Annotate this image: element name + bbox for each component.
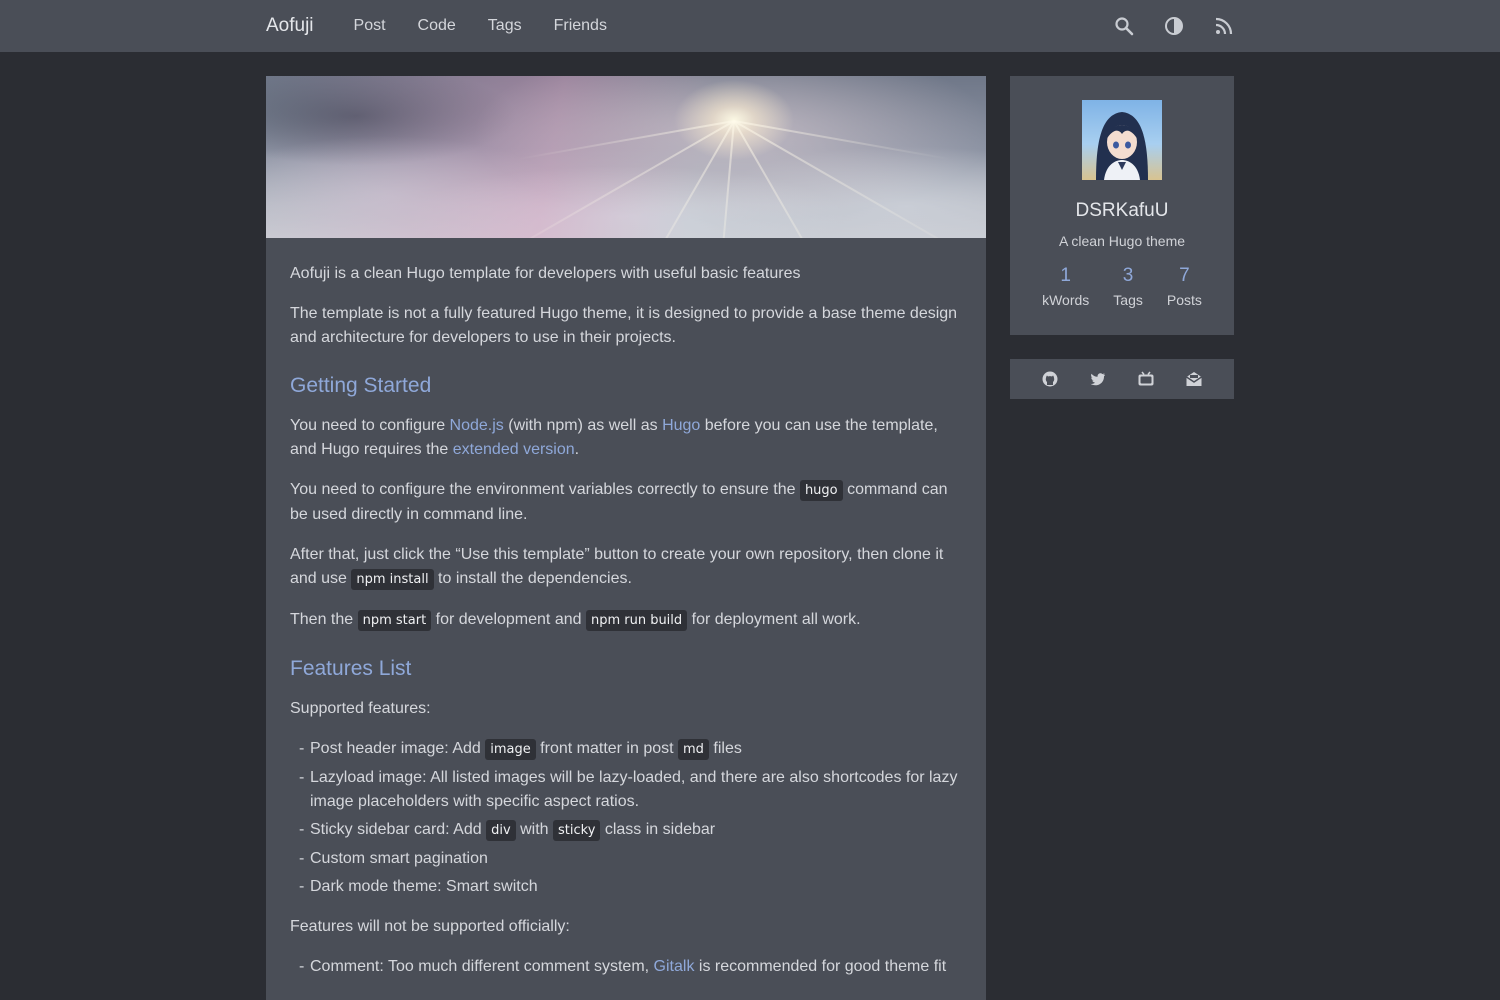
list-item: Custom smart pagination	[290, 847, 962, 871]
stat-label: Posts	[1166, 292, 1202, 308]
inline-code: npm start	[357, 610, 432, 631]
article-content: Aofuji is a clean Hugo template for deve…	[266, 238, 986, 979]
nav-link-tags[interactable]: Tags	[488, 17, 522, 35]
github-icon[interactable]	[1041, 370, 1059, 388]
rss-icon[interactable]	[1214, 16, 1234, 36]
supported-features-list: Post header image: Add image front matte…	[290, 737, 962, 899]
list-item: Sticky sidebar card: Add div with sticky…	[290, 818, 962, 843]
article-paragraph: The template is not a fully featured Hug…	[290, 305, 958, 346]
paragraph-use-template: After that, just click the “Use this tem…	[290, 543, 962, 592]
unsupported-features-label: Features will not be supported officiall…	[290, 918, 570, 935]
inline-code: sticky	[553, 820, 601, 841]
author-tagline: A clean Hugo theme	[1058, 233, 1186, 249]
social-links-card	[1010, 359, 1234, 399]
inline-code: md	[678, 739, 709, 760]
inline-code: hugo	[799, 480, 843, 501]
article-intro: Aofuji is a clean Hugo template for deve…	[290, 265, 801, 282]
supported-features-label: Supported features:	[290, 700, 431, 717]
top-navbar: Aofuji Post Code Tags Friends	[0, 0, 1500, 52]
avatar	[1082, 100, 1162, 180]
bilibili-tv-icon[interactable]	[1137, 370, 1155, 388]
heading-getting-started: Getting Started	[290, 374, 432, 397]
post-header-image	[266, 76, 986, 238]
author-name: DSRKafuU	[1075, 200, 1169, 221]
nav-link-friends[interactable]: Friends	[554, 17, 607, 35]
list-item: Comment: Too much different comment syst…	[290, 955, 962, 979]
profile-stats: 1 kWords 3 Tags 7 Posts	[1010, 264, 1234, 312]
navbar-inner: Aofuji Post Code Tags Friends	[266, 0, 1234, 52]
nav-icon-group	[1114, 16, 1234, 36]
list-item: Dark mode theme: Smart switch	[290, 875, 962, 899]
list-item: Post header image: Add image front matte…	[290, 737, 962, 762]
inline-code: div	[486, 820, 516, 841]
list-item: Lazyload image: All listed images will b…	[290, 766, 962, 814]
link-extended-version[interactable]: extended version	[453, 441, 575, 458]
link-gitalk[interactable]: Gitalk	[654, 958, 695, 975]
article-card: Aofuji is a clean Hugo template for deve…	[266, 76, 986, 1000]
inline-code: npm run build	[585, 610, 688, 631]
unsupported-features-list: Comment: Too much different comment syst…	[290, 955, 962, 979]
paragraph-requirements: You need to configure Node.js (with npm)…	[290, 417, 938, 458]
stat-kwords[interactable]: 1 kWords	[1030, 264, 1101, 312]
link-hugo[interactable]: Hugo	[662, 417, 700, 434]
profile-card: DSRKafuU A clean Hugo theme 1 kWords 3 T…	[1010, 76, 1234, 335]
stat-tags[interactable]: 3 Tags	[1101, 264, 1155, 312]
stat-label: kWords	[1042, 292, 1090, 308]
link-nodejs[interactable]: Node.js	[450, 417, 504, 434]
heading-features-list: Features List	[290, 657, 412, 680]
theme-toggle-icon[interactable]	[1164, 16, 1184, 36]
stat-value: 7	[1179, 265, 1190, 286]
site-brand[interactable]: Aofuji	[266, 15, 314, 37]
inline-code: image	[485, 739, 536, 760]
twitter-icon[interactable]	[1089, 370, 1107, 388]
search-icon[interactable]	[1114, 16, 1134, 36]
stat-label: Tags	[1113, 292, 1143, 308]
stat-value: 3	[1122, 265, 1134, 286]
nav-link-code[interactable]: Code	[418, 17, 456, 35]
inline-code: npm install	[351, 569, 434, 590]
paragraph-npm-scripts: Then the npm start for development and n…	[290, 608, 962, 633]
stat-value: 1	[1060, 265, 1071, 286]
nav-link-post[interactable]: Post	[354, 17, 386, 35]
email-icon[interactable]	[1185, 370, 1203, 388]
stat-posts[interactable]: 7 Posts	[1155, 264, 1214, 312]
paragraph-env-vars: You need to configure the environment va…	[290, 480, 948, 523]
